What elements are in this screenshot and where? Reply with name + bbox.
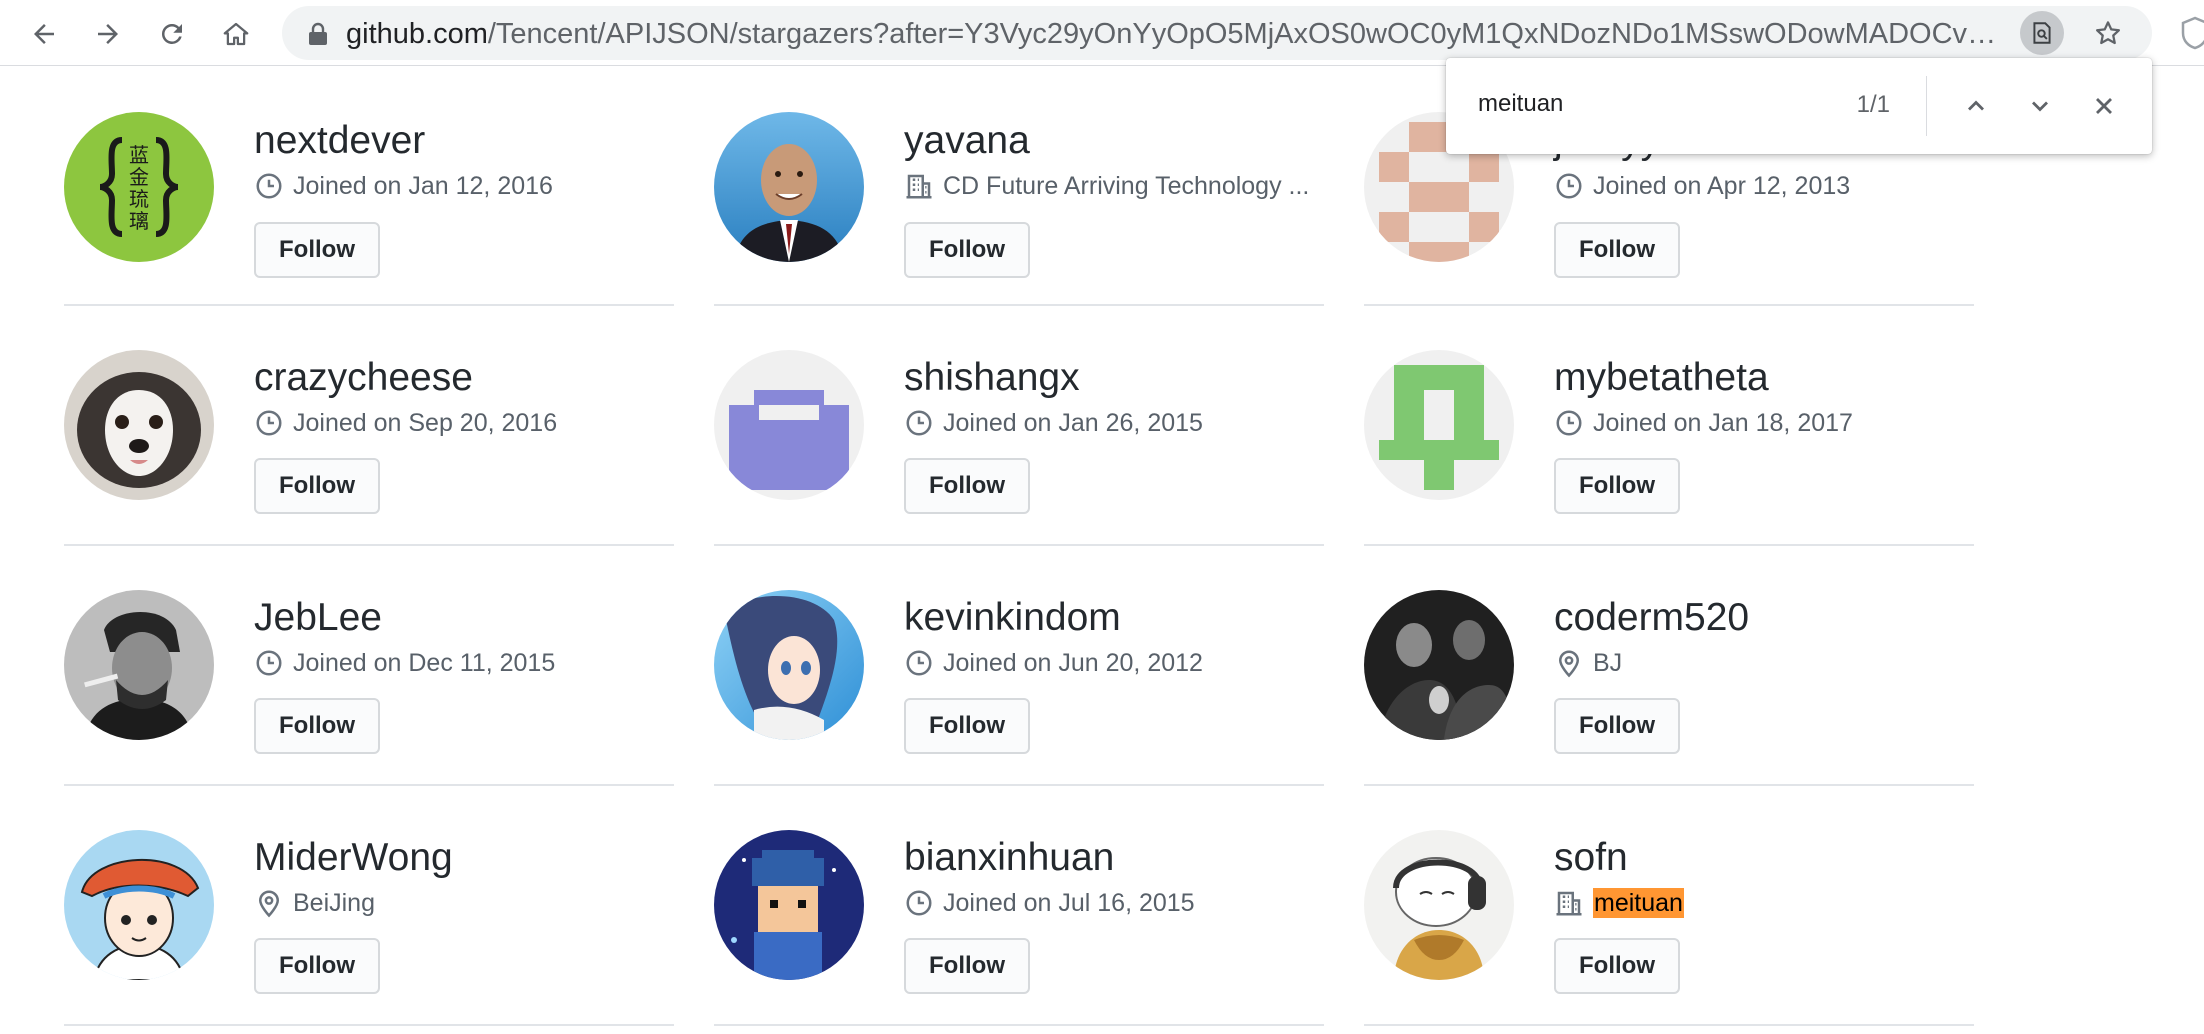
star-icon: [2096, 21, 2120, 45]
back-button[interactable]: [22, 12, 66, 56]
username-link[interactable]: sofn: [1554, 836, 1628, 880]
user-meta: Joined on Dec 11, 2015: [254, 648, 555, 678]
user-meta: Joined on Jan 18, 2017: [1554, 408, 1853, 438]
follow-button[interactable]: Follow: [254, 458, 380, 514]
username-link[interactable]: crazycheese: [254, 356, 473, 400]
extension-shield-icon[interactable]: [2180, 16, 2204, 50]
avatar[interactable]: [714, 350, 864, 500]
user-card: JebLee Joined on Dec 11, 2015 Follow: [64, 546, 674, 786]
user-card: 蓝 金 琉 璃 nextdever Joined on Jan 12, 2016…: [64, 0, 674, 306]
avatar[interactable]: 蓝 金 琉 璃: [64, 112, 214, 262]
clock-icon: [906, 410, 932, 436]
follow-button[interactable]: Follow: [254, 222, 380, 278]
location-icon: [1558, 650, 1580, 678]
follow-button[interactable]: Follow: [1554, 698, 1680, 754]
chevron-down-icon: [2032, 101, 2048, 112]
avatar[interactable]: [714, 830, 864, 980]
username-link[interactable]: JebLee: [254, 596, 382, 640]
follow-button[interactable]: Follow: [1554, 938, 1680, 994]
svg-text:璃: 璃: [129, 209, 149, 233]
username-link[interactable]: mybetatheta: [1554, 356, 1769, 400]
user-meta: Joined on Jan 26, 2015: [904, 408, 1203, 438]
follow-button[interactable]: Follow: [254, 938, 380, 994]
username-link[interactable]: kevinkindom: [904, 596, 1121, 640]
find-in-page-indicator[interactable]: [2020, 11, 2064, 55]
find-input[interactable]: [1478, 88, 1828, 120]
clock-icon: [256, 650, 282, 676]
user-card: shishangx Joined on Jan 26, 2015 Follow: [714, 306, 1324, 546]
follow-button[interactable]: Follow: [904, 698, 1030, 754]
close-icon: [2096, 98, 2112, 114]
svg-text:琉: 琉: [129, 187, 149, 211]
username-link[interactable]: bianxinhuan: [904, 836, 1114, 880]
user-card: sofn meituan Follow: [1364, 786, 1974, 1026]
avatar[interactable]: [1364, 590, 1514, 740]
user-meta: BJ: [1554, 648, 1622, 678]
find-close-button[interactable]: [2082, 84, 2126, 128]
clock-icon: [1556, 173, 1582, 199]
follow-button[interactable]: Follow: [904, 458, 1030, 514]
user-card: bianxinhuan Joined on Jul 16, 2015 Follo…: [714, 786, 1324, 1026]
svg-text:金: 金: [129, 165, 149, 189]
user-meta: CD Future Arriving Technology ...: [904, 171, 1309, 201]
organization-icon: [906, 174, 932, 199]
clock-icon: [906, 650, 932, 676]
username-link[interactable]: yavana: [904, 119, 1030, 163]
follow-button[interactable]: Follow: [1554, 222, 1680, 278]
user-card: kevinkindom Joined on Jun 20, 2012 Follo…: [714, 546, 1324, 786]
find-divider: [1926, 76, 1927, 136]
user-meta: meituan: [1554, 888, 1684, 918]
avatar[interactable]: [1364, 350, 1514, 500]
find-previous-button[interactable]: [1954, 84, 1998, 128]
follow-button[interactable]: Follow: [1554, 458, 1680, 514]
follow-button[interactable]: Follow: [254, 698, 380, 754]
arrow-left-icon: [34, 24, 54, 44]
avatar[interactable]: [64, 830, 214, 980]
user-card: yavana CD Future Arriving Technology ...…: [714, 0, 1324, 306]
find-page-icon: [2033, 22, 2051, 44]
user-card: coderm520 BJ Follow: [1364, 546, 1974, 786]
avatar[interactable]: [1364, 830, 1514, 980]
avatar[interactable]: [64, 350, 214, 500]
username-link[interactable]: coderm520: [1554, 596, 1749, 640]
user-meta: Joined on Sep 20, 2016: [254, 408, 557, 438]
username-link[interactable]: shishangx: [904, 356, 1080, 400]
user-meta: Joined on Jun 20, 2012: [904, 648, 1203, 678]
clock-icon: [906, 890, 932, 916]
user-meta: Joined on Jul 16, 2015: [904, 888, 1195, 918]
clock-icon: [1556, 410, 1582, 436]
avatar[interactable]: [64, 590, 214, 740]
find-match-highlight: meituan: [1593, 888, 1684, 918]
user-meta: Joined on Jan 12, 2016: [254, 171, 553, 201]
user-meta: BeiJing: [254, 888, 375, 918]
follow-button[interactable]: Follow: [904, 938, 1030, 994]
user-meta: Joined on Apr 12, 2013: [1554, 171, 1850, 201]
clock-icon: [256, 410, 282, 436]
user-card: MiderWong BeiJing Follow: [64, 786, 674, 1026]
chevron-up-icon: [1968, 100, 1984, 111]
follow-button[interactable]: Follow: [904, 222, 1030, 278]
find-match-count: 1/1: [1856, 91, 1890, 118]
find-next-button[interactable]: [2018, 84, 2062, 128]
username-link[interactable]: nextdever: [254, 119, 425, 163]
avatar[interactable]: [714, 590, 864, 740]
avatar[interactable]: [714, 112, 864, 262]
svg-text:蓝: 蓝: [129, 143, 149, 167]
find-bar: 1/1: [1446, 58, 2152, 154]
user-card: crazycheese Joined on Sep 20, 2016 Follo…: [64, 306, 674, 546]
clock-icon: [256, 173, 282, 199]
bookmark-star-button[interactable]: [2088, 13, 2128, 53]
username-link[interactable]: MiderWong: [254, 836, 453, 880]
location-icon: [258, 890, 280, 918]
organization-icon: [1556, 891, 1582, 916]
user-card: mybetatheta Joined on Jan 18, 2017 Follo…: [1364, 306, 1974, 546]
